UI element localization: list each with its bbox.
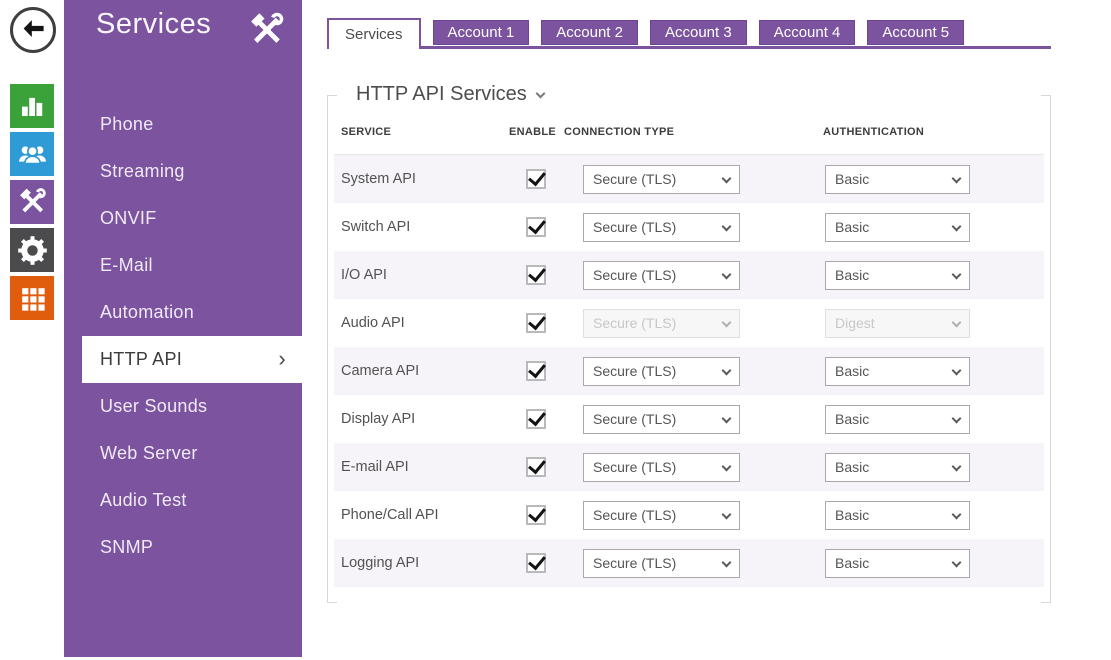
sidebar-item-snmp[interactable]: SNMP › <box>64 524 302 571</box>
connection-type-select[interactable]: Secure (TLS) <box>583 309 740 338</box>
sidebar-item-audio-test[interactable]: Audio Test › <box>64 477 302 524</box>
table-row: Camera API Secure (TLS) Basic <box>334 347 1044 395</box>
table-body: System API Secure (TLS) Basic Switch API… <box>334 155 1044 587</box>
sidebar-item-streaming[interactable]: Streaming › <box>64 148 302 195</box>
panel-title[interactable]: HTTP API Services <box>345 83 555 106</box>
sidebar-item-onvif[interactable]: ONVIF › <box>64 195 302 242</box>
sidebar-title: Services <box>96 8 211 41</box>
connection-type-select[interactable]: Secure (TLS) <box>583 501 740 530</box>
service-name: Logging API <box>334 555 509 571</box>
sidebar-item-label: ONVIF <box>100 208 157 229</box>
table-row: Logging API Secure (TLS) Basic <box>334 539 1044 587</box>
table-row: E-mail API Secure (TLS) Basic <box>334 443 1044 491</box>
chevron-down-icon <box>535 88 545 98</box>
authentication-select[interactable]: Basic <box>825 357 970 386</box>
connection-type-select[interactable]: Secure (TLS) <box>583 549 740 578</box>
service-name: E-mail API <box>334 459 509 475</box>
table-row: I/O API Secure (TLS) Basic <box>334 251 1044 299</box>
enable-checkbox[interactable] <box>526 265 546 285</box>
bar-chart-icon[interactable] <box>10 84 54 128</box>
gear-icon[interactable] <box>10 228 54 272</box>
service-name: Display API <box>334 411 509 427</box>
authentication-select[interactable]: Basic <box>825 213 970 242</box>
http-api-services-panel: HTTP API Services SERVICE ENABLE CONNECT… <box>327 95 1051 603</box>
tab-account-5[interactable]: Account 5 <box>867 20 964 45</box>
tab-services[interactable]: Services <box>327 18 421 49</box>
sidebar-item-automation[interactable]: Automation › <box>64 289 302 336</box>
authentication-select[interactable]: Basic <box>825 405 970 434</box>
tabbar: Services Account 1 Account 2 Account 3 Accou… <box>327 18 964 49</box>
enable-checkbox[interactable] <box>526 217 546 237</box>
enable-checkbox[interactable] <box>526 505 546 525</box>
tools-icon[interactable] <box>10 180 54 224</box>
sidebar-item-label: E-Mail <box>100 255 153 276</box>
grid-icon[interactable] <box>10 276 54 320</box>
service-name: Phone/Call API <box>334 507 509 523</box>
connection-type-select[interactable]: Secure (TLS) <box>583 357 740 386</box>
authentication-select[interactable]: Basic <box>825 165 970 194</box>
enable-checkbox[interactable] <box>526 169 546 189</box>
sidebar-item-label: Automation <box>100 302 194 323</box>
connection-type-select[interactable]: Secure (TLS) <box>583 165 740 194</box>
tab-account-4[interactable]: Account 4 <box>759 20 856 45</box>
table-row: Phone/Call API Secure (TLS) Basic <box>334 491 1044 539</box>
users-icon[interactable] <box>10 132 54 176</box>
enable-checkbox[interactable] <box>526 409 546 429</box>
authentication-select[interactable]: Basic <box>825 501 970 530</box>
icon-rail <box>0 0 64 660</box>
service-name: Camera API <box>334 363 509 379</box>
tab-account-3[interactable]: Account 3 <box>650 20 747 45</box>
enable-checkbox[interactable] <box>526 553 546 573</box>
enable-checkbox[interactable] <box>526 313 546 333</box>
service-name: Switch API <box>334 219 509 235</box>
panel-title-text: HTTP API Services <box>356 83 527 106</box>
sidebar-item-label: SNMP <box>100 537 153 558</box>
sidebar-item-label: Streaming <box>100 161 185 182</box>
table-row: Audio API Secure (TLS) Digest <box>334 299 1044 347</box>
column-enable: ENABLE <box>509 126 564 138</box>
table-row: Switch API Secure (TLS) Basic <box>334 203 1044 251</box>
sidebar-item-user-sounds[interactable]: User Sounds › <box>64 383 302 430</box>
back-button[interactable] <box>10 7 56 53</box>
table-row: System API Secure (TLS) Basic <box>334 155 1044 203</box>
sidebar-item-label: HTTP API <box>100 349 182 370</box>
column-connection-type: CONNECTION TYPE <box>564 126 814 138</box>
column-authentication: AUTHENTICATION <box>814 126 1044 138</box>
tab-account-2[interactable]: Account 2 <box>541 20 638 45</box>
sidebar-item-e-mail[interactable]: E-Mail › <box>64 242 302 289</box>
sidebar-item-label: Phone <box>100 114 154 135</box>
table-row: Display API Secure (TLS) Basic <box>334 395 1044 443</box>
chevron-right-icon: › <box>278 348 286 370</box>
main-content: Services Account 1 Account 2 Account 3 Accou… <box>327 0 1051 660</box>
app-window: Services Phone › Streaming › ONVIF › E-M… <box>0 0 1111 660</box>
authentication-select[interactable]: Basic <box>825 549 970 578</box>
sidebar-item-phone[interactable]: Phone › <box>64 101 302 148</box>
connection-type-select[interactable]: Secure (TLS) <box>583 213 740 242</box>
tools-icon <box>246 10 286 55</box>
authentication-select[interactable]: Digest <box>825 309 970 338</box>
connection-type-select[interactable]: Secure (TLS) <box>583 261 740 290</box>
service-name: Audio API <box>334 315 509 331</box>
service-name: System API <box>334 171 509 187</box>
connection-type-select[interactable]: Secure (TLS) <box>583 453 740 482</box>
connection-type-select[interactable]: Secure (TLS) <box>583 405 740 434</box>
back-arrow-icon <box>20 15 47 45</box>
sidebar-item-http-api[interactable]: HTTP API › <box>82 336 302 383</box>
authentication-select[interactable]: Basic <box>825 453 970 482</box>
enable-checkbox[interactable] <box>526 457 546 477</box>
sidebar-item-label: Audio Test <box>100 490 187 511</box>
sidebar-nav: Phone › Streaming › ONVIF › E-Mail › Aut… <box>64 101 302 571</box>
authentication-select[interactable]: Basic <box>825 261 970 290</box>
sidebar-item-label: Web Server <box>100 443 198 464</box>
service-name: I/O API <box>334 267 509 283</box>
column-service: SERVICE <box>334 126 509 138</box>
enable-checkbox[interactable] <box>526 361 546 381</box>
sidebar: Services Phone › Streaming › ONVIF › E-M… <box>64 0 302 657</box>
sidebar-item-web-server[interactable]: Web Server › <box>64 430 302 477</box>
tab-account-1[interactable]: Account 1 <box>433 20 530 45</box>
tabs-area: Services Account 1 Account 2 Account 3 Accou… <box>327 18 1051 50</box>
sidebar-item-label: User Sounds <box>100 396 207 417</box>
